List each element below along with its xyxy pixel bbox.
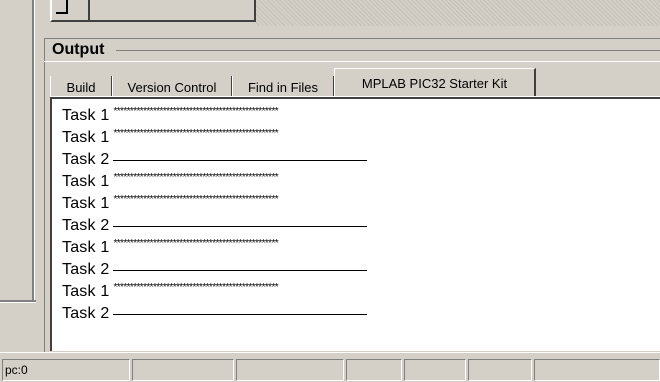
list-item: Task 2: [62, 303, 368, 325]
task-stars: ****************************************…: [113, 106, 279, 117]
dock-separator: [32, 0, 35, 300]
list-item: Task 1 *********************************…: [62, 193, 279, 215]
tab-mplab-pic32-starter-kit[interactable]: MPLAB PIC32 Starter Kit: [334, 68, 536, 98]
task-label: Task 1: [62, 283, 110, 300]
status-cell-3: [236, 359, 344, 381]
task-label: Task 2: [62, 305, 110, 322]
tab-find-in-files[interactable]: Find in Files: [232, 76, 334, 98]
tab-build[interactable]: Build: [50, 76, 112, 98]
scroll-arrow-icon: [56, 0, 68, 14]
task-stars: ****************************************…: [113, 172, 279, 183]
task-dash-line: [113, 269, 368, 271]
task-label: Task 2: [62, 151, 110, 168]
hatched-area: [256, 0, 660, 26]
status-pc: pc:0: [2, 359, 130, 381]
header-divider: [116, 50, 660, 51]
task-label: Task 2: [62, 217, 110, 234]
task-dash-line: [113, 313, 368, 315]
task-label: Task 1: [62, 239, 110, 256]
task-stars: ****************************************…: [113, 282, 279, 293]
task-label: Task 2: [62, 261, 110, 278]
task-label: Task 1: [62, 107, 110, 124]
status-cell-4: [346, 359, 402, 381]
task-stars: ****************************************…: [113, 128, 279, 139]
output-text-area[interactable]: Task 1 *********************************…: [50, 97, 660, 351]
task-stars: ****************************************…: [113, 238, 279, 249]
status-cell-7: [534, 359, 660, 381]
task-dash-line: [113, 225, 368, 227]
output-title: Output: [52, 41, 105, 58]
tab-version-control[interactable]: Version Control: [112, 76, 232, 98]
status-cell-5: [404, 359, 466, 381]
scroll-left-button[interactable]: [50, 0, 90, 22]
task-label: Task 1: [62, 173, 110, 190]
list-item: Task 1 *********************************…: [62, 127, 279, 149]
output-tabs: Build Version Control Find in Files MPLA…: [50, 68, 660, 98]
task-dash-line: [113, 159, 368, 161]
list-item: Task 1 *********************************…: [62, 237, 279, 259]
dock-bottom-edge: [0, 300, 36, 303]
task-label: Task 1: [62, 195, 110, 212]
status-cell-6: [468, 359, 532, 381]
status-bar: pc:0: [0, 352, 660, 382]
list-item: Task 1 *********************************…: [62, 281, 279, 303]
task-stars: ****************************************…: [113, 194, 279, 205]
task-label: Task 1: [62, 129, 110, 146]
horizontal-scroll-track[interactable]: [90, 0, 256, 22]
status-cell-2: [132, 359, 234, 381]
